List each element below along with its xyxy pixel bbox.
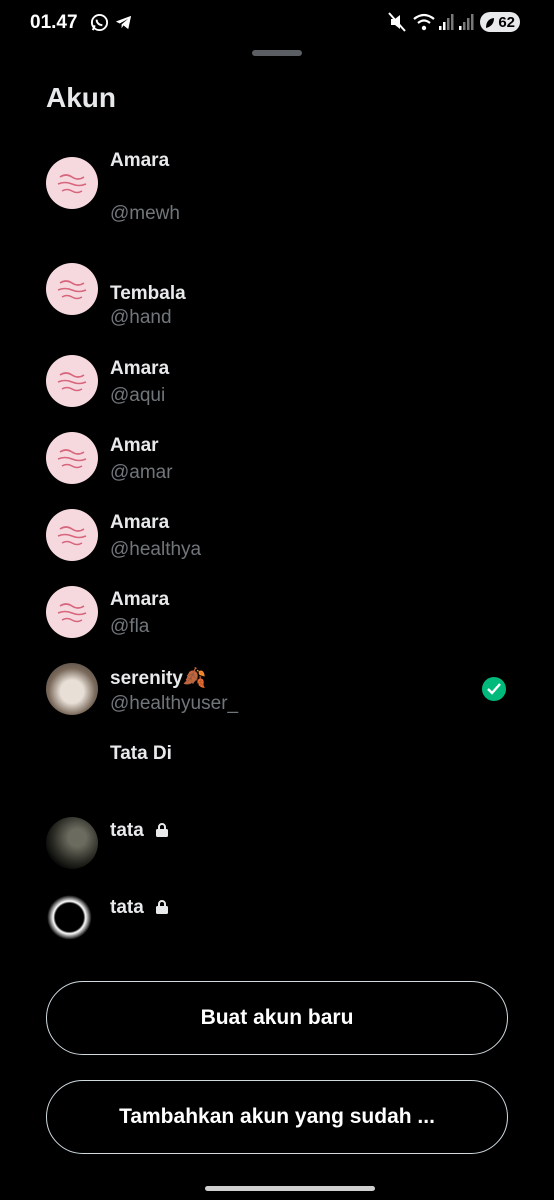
account-row[interactable]: Amara @healthya — [0, 501, 554, 571]
account-row[interactable]: Amar @amar — [0, 424, 554, 494]
create-account-button[interactable]: Buat akun baru — [46, 981, 508, 1055]
telegram-icon — [114, 13, 133, 32]
avatar — [46, 263, 98, 315]
avatar — [46, 894, 98, 946]
lock-icon — [155, 822, 169, 844]
account-handle: @healthyuser_ — [110, 693, 239, 714]
account-row[interactable]: tata — [0, 886, 554, 956]
add-existing-account-button[interactable]: Tambahkan akun yang sudah ... — [46, 1080, 508, 1154]
wifi-icon — [412, 12, 436, 37]
account-name: Amar — [110, 435, 159, 456]
avatar — [46, 355, 98, 407]
account-row-active[interactable]: serenity🍂 @healthyuser_ — [0, 655, 554, 725]
account-row[interactable]: Tembala @hand — [0, 255, 554, 328]
battery-indicator: 62 — [480, 12, 520, 32]
status-time: 01.47 — [30, 12, 78, 33]
account-handle: @mewh — [110, 203, 180, 224]
sheet-title: Akun — [46, 82, 116, 113]
account-handle: @healthya — [110, 539, 202, 560]
leaf-icon — [485, 16, 495, 33]
account-row[interactable]: Amara @mewh — [0, 148, 554, 224]
mute-icon — [388, 12, 406, 37]
account-row[interactable]: tata — [0, 809, 554, 879]
status-bar: 01.47 62 — [0, 0, 554, 46]
account-name: Amara — [110, 358, 170, 379]
signal-icon-2 — [458, 12, 474, 37]
avatar — [46, 432, 98, 484]
avatar — [46, 586, 98, 638]
avatar — [46, 509, 98, 561]
account-name: Amara — [110, 589, 170, 610]
signal-icon — [438, 12, 454, 37]
account-name: serenity🍂 — [110, 668, 207, 689]
account-name: tata — [110, 897, 144, 918]
account-row[interactable]: Amara @aqui — [0, 347, 554, 417]
account-name: Tembala — [110, 283, 186, 304]
avatar — [46, 663, 98, 715]
account-name: Amara — [110, 150, 170, 171]
account-name: tata — [110, 820, 144, 841]
account-name: Amara — [110, 512, 170, 533]
avatar — [46, 157, 98, 209]
account-row[interactable]: Amara @fla — [0, 578, 554, 648]
account-row[interactable]: Tata Di — [0, 732, 554, 802]
account-name: Tata Di — [110, 743, 172, 764]
account-handle: @aqui — [110, 385, 166, 406]
account-handle: @fla — [110, 616, 150, 637]
account-handle: @amar — [110, 462, 173, 483]
active-account-check-icon — [482, 677, 506, 701]
account-handle: @hand — [110, 307, 172, 328]
battery-level: 62 — [498, 13, 515, 31]
lock-icon — [155, 899, 169, 921]
account-name-row: tata — [110, 897, 230, 921]
account-name-row: tata — [110, 820, 230, 844]
sheet-drag-handle[interactable] — [252, 50, 302, 56]
home-indicator[interactable] — [205, 1186, 375, 1191]
avatar — [46, 817, 98, 869]
whatsapp-icon — [90, 13, 109, 32]
